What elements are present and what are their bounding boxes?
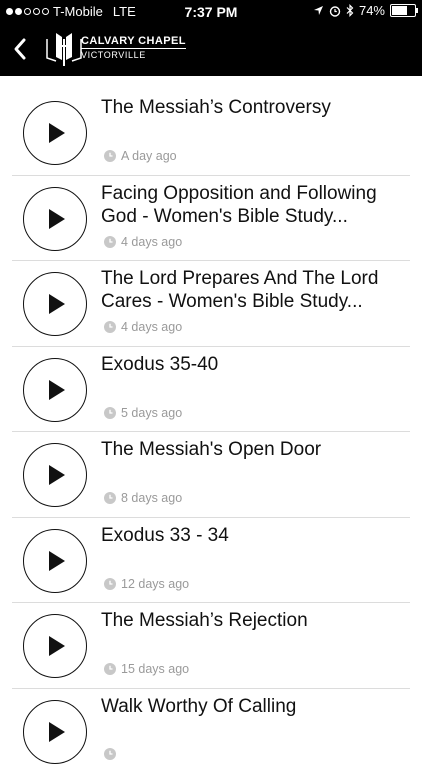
location-arrow-icon: [313, 5, 324, 16]
sermon-row[interactable]: The Messiah’s Controversy A day ago: [0, 90, 422, 176]
play-button[interactable]: [23, 101, 87, 165]
sermon-row[interactable]: Exodus 35-40 5 days ago: [0, 347, 422, 433]
play-icon: [48, 293, 66, 315]
sermon-title: Facing Opposition and Following God - Wo…: [101, 182, 406, 228]
church-logo-icon: [44, 30, 84, 68]
play-icon: [48, 379, 66, 401]
sermon-meta: [104, 748, 121, 760]
sermon-meta: 8 days ago: [104, 491, 182, 505]
play-button[interactable]: [23, 187, 87, 251]
sermon-title: Exodus 35-40: [101, 353, 406, 376]
sermon-row[interactable]: Exodus 33 - 34 12 days ago: [0, 518, 422, 604]
clock-icon: [104, 321, 116, 333]
play-button[interactable]: [23, 272, 87, 336]
alarm-icon: [329, 5, 341, 17]
play-button[interactable]: [23, 358, 87, 422]
sermon-row[interactable]: The Lord Prepares And The Lord Cares - W…: [0, 261, 422, 347]
top-bar: T-Mobile LTE 7:37 PM 74% CALVARY CHAPEL …: [0, 0, 422, 76]
play-icon: [48, 550, 66, 572]
sermon-list: The Messiah’s Controversy A day ago Facing…: [0, 90, 422, 774]
sermon-title: The Lord Prepares And The Lord Cares - W…: [101, 267, 406, 313]
play-button[interactable]: [23, 614, 87, 678]
sermon-row[interactable]: The Messiah’s Rejection 15 days ago: [0, 603, 422, 689]
clock-icon: [104, 150, 116, 162]
sermon-date: 15 days ago: [121, 662, 189, 676]
play-button[interactable]: [23, 443, 87, 507]
clock-icon: [104, 748, 116, 760]
sermon-date: 12 days ago: [121, 577, 189, 591]
clock-icon: [104, 663, 116, 675]
battery-icon: [390, 4, 416, 17]
status-bar: T-Mobile LTE 7:37 PM 74%: [0, 0, 422, 24]
brand-name: CALVARY CHAPEL: [81, 35, 186, 49]
clock-icon: [104, 578, 116, 590]
play-icon: [48, 122, 66, 144]
clock-icon: [104, 492, 116, 504]
brand: CALVARY CHAPEL VICTORVILLE: [81, 35, 186, 60]
sermon-meta: 15 days ago: [104, 662, 189, 676]
chevron-left-icon[interactable]: [8, 34, 34, 64]
battery-percent: 74%: [359, 3, 385, 18]
sermon-title: Walk Worthy Of Calling: [101, 695, 406, 718]
sermon-title: The Messiah’s Rejection: [101, 609, 406, 632]
sermon-title: The Messiah's Open Door: [101, 438, 406, 461]
sermon-row[interactable]: Walk Worthy Of Calling: [0, 689, 422, 774]
play-button[interactable]: [23, 700, 87, 764]
clock-icon: [104, 407, 116, 419]
bluetooth-icon: [346, 4, 354, 17]
clock-icon: [104, 236, 116, 248]
sermon-meta: 4 days ago: [104, 320, 182, 334]
sermon-meta: A day ago: [104, 149, 177, 163]
play-icon: [48, 721, 66, 743]
sermon-title: The Messiah’s Controversy: [101, 96, 406, 119]
play-icon: [48, 208, 66, 230]
sermon-date: 8 days ago: [121, 491, 182, 505]
sermon-row[interactable]: Facing Opposition and Following God - Wo…: [0, 176, 422, 262]
sermon-meta: 12 days ago: [104, 577, 189, 591]
sermon-meta: 4 days ago: [104, 235, 182, 249]
play-icon: [48, 464, 66, 486]
nav-bar: CALVARY CHAPEL VICTORVILLE: [0, 24, 422, 76]
sermon-date: 4 days ago: [121, 235, 182, 249]
play-button[interactable]: [23, 529, 87, 593]
sermon-date: 4 days ago: [121, 320, 182, 334]
sermon-row[interactable]: The Messiah's Open Door 8 days ago: [0, 432, 422, 518]
sermon-meta: 5 days ago: [104, 406, 182, 420]
brand-subtitle: VICTORVILLE: [81, 50, 186, 60]
play-icon: [48, 635, 66, 657]
sermon-title: Exodus 33 - 34: [101, 524, 406, 547]
sermon-date: 5 days ago: [121, 406, 182, 420]
sermon-date: A day ago: [121, 149, 177, 163]
